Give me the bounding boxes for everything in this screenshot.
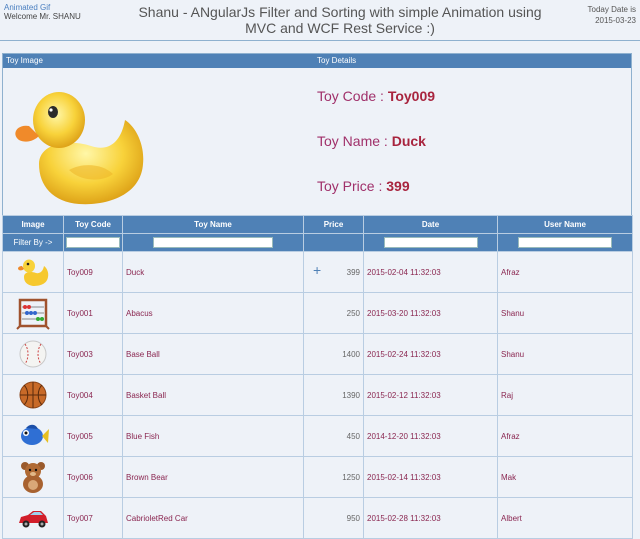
- row-toy-name: Basket Ball: [122, 374, 304, 416]
- row-price: 1400: [303, 333, 364, 375]
- animated-gif-label: Animated Gif: [4, 3, 51, 12]
- filter-row: Filter By ->: [2, 233, 633, 252]
- filter-cell-code: [63, 233, 123, 252]
- toy-detail-panel: Toy Image Toy Details Toy Code : Toy009 …: [2, 53, 632, 216]
- page-title: Shanu - ANgularJs Filter and Sorting wit…: [138, 4, 542, 36]
- toy-code-row: Toy Code : Toy009: [317, 88, 435, 104]
- table-row[interactable]: Toy001 Abacus 250 2015-03-20 11:32:03 Sh…: [2, 292, 633, 334]
- row-price: 450: [303, 415, 364, 457]
- row-date: 2015-03-20 11:32:03: [363, 292, 498, 334]
- row-price: 1390: [303, 374, 364, 416]
- header-date: Today Date is 2015-03-23: [588, 4, 636, 26]
- abacus-icon: [16, 298, 50, 330]
- duck-icon: [15, 92, 144, 205]
- date-value: 2015-03-23: [595, 16, 636, 25]
- row-user-name: Raj: [497, 374, 633, 416]
- filter-toy-name-input[interactable]: [153, 237, 273, 248]
- row-date: 2015-02-24 11:32:03: [363, 333, 498, 375]
- cursor-crosshair-icon: +: [313, 262, 322, 278]
- table-row[interactable]: Toy006 Brown Bear 1250 2015-02-14 11:32:…: [2, 456, 633, 498]
- row-user-name: Afraz: [497, 251, 633, 293]
- toy-name-value: Duck: [391, 133, 426, 149]
- row-image-cell: [2, 251, 64, 293]
- header-left: Animated Gif Welcome Mr. SHANU: [4, 3, 81, 21]
- row-price: 1250: [303, 456, 364, 498]
- toy-price-row: Toy Price : 399: [317, 178, 435, 194]
- baseball-icon: [19, 340, 47, 368]
- column-toy-name[interactable]: Toy Name: [122, 215, 304, 234]
- row-toy-name: CabrioletRed Car: [122, 497, 304, 539]
- row-toy-code: Toy001: [63, 292, 123, 334]
- toy-name-row: Toy Name : Duck: [317, 133, 435, 149]
- row-user-name: Afraz: [497, 415, 633, 457]
- filter-date-input[interactable]: [383, 237, 478, 248]
- table-row[interactable]: Toy004 Basket Ball 1390 2015-02-12 11:32…: [2, 374, 633, 416]
- column-date[interactable]: Date: [363, 215, 498, 234]
- filter-toy-code-input[interactable]: [66, 237, 120, 248]
- row-date: 2014-12-20 11:32:03: [363, 415, 498, 457]
- bluefish-icon: [21, 424, 49, 445]
- row-price: 950: [303, 497, 364, 539]
- welcome-text: Welcome Mr. SHANU: [4, 12, 81, 21]
- toy-image-header: Toy Image: [6, 56, 43, 65]
- filter-cell-user: [497, 233, 633, 252]
- car-icon: [19, 511, 48, 528]
- row-user-name: Shanu: [497, 333, 633, 375]
- date-label: Today Date is: [587, 5, 636, 14]
- row-user-name: Mak: [497, 456, 633, 498]
- toy-details-header: Toy Details: [317, 56, 357, 65]
- row-toy-name: Brown Bear: [122, 456, 304, 498]
- row-toy-name: Abacus: [122, 292, 304, 334]
- toy-code-value: Toy009: [387, 88, 436, 104]
- column-toy-code[interactable]: Toy Code: [63, 215, 123, 234]
- row-date: 2015-02-14 11:32:03: [363, 456, 498, 498]
- row-image-cell: [2, 497, 64, 539]
- filter-cell-date: [363, 233, 498, 252]
- row-toy-code: Toy003: [63, 333, 123, 375]
- row-toy-code: Toy005: [63, 415, 123, 457]
- toy-detail-info: Toy Code : Toy009 Toy Name : Duck Toy Pr…: [317, 88, 435, 223]
- row-image-cell: [2, 456, 64, 498]
- grid-header-row: Image Toy Code Toy Name Price Date User …: [2, 215, 633, 234]
- toy-price-label: Toy Price :: [317, 178, 387, 194]
- row-image-cell: [2, 333, 64, 375]
- filter-label: Filter By ->: [2, 233, 64, 252]
- row-image-cell: [2, 415, 64, 457]
- row-toy-code: Toy009: [63, 251, 123, 293]
- toy-code-label: Toy Code :: [317, 88, 388, 104]
- row-toy-code: Toy006: [63, 456, 123, 498]
- detail-header: Toy Image Toy Details: [3, 54, 631, 68]
- filter-cell-name: [122, 233, 304, 252]
- column-image[interactable]: Image: [2, 215, 64, 234]
- duck-icon: [18, 259, 49, 286]
- row-date: 2015-02-28 11:32:03: [363, 497, 498, 539]
- row-date: 2015-02-12 11:32:03: [363, 374, 498, 416]
- row-toy-name: Blue Fish: [122, 415, 304, 457]
- row-toy-name: Duck: [122, 251, 304, 293]
- table-row[interactable]: Toy007 CabrioletRed Car 950 2015-02-28 1…: [2, 497, 633, 539]
- row-toy-code: Toy007: [63, 497, 123, 539]
- row-image-cell: [2, 292, 64, 334]
- row-toy-code: Toy004: [63, 374, 123, 416]
- bear-icon: [21, 462, 45, 493]
- table-row[interactable]: Toy003 Base Ball 1400 2015-02-24 11:32:0…: [2, 333, 633, 375]
- toy-name-label: Toy Name :: [317, 133, 392, 149]
- column-price[interactable]: Price: [303, 215, 364, 234]
- row-date: 2015-02-04 11:32:03: [363, 251, 498, 293]
- table-row[interactable]: Toy005 Blue Fish 450 2014-12-20 11:32:03…: [2, 415, 633, 457]
- filter-cell-price: [303, 233, 364, 252]
- row-toy-name: Base Ball: [122, 333, 304, 375]
- page-header: Animated Gif Welcome Mr. SHANU Shanu - A…: [0, 0, 640, 41]
- basketball-icon: [19, 381, 47, 409]
- toy-price-value: 399: [386, 178, 410, 194]
- filter-user-name-input[interactable]: [518, 237, 612, 248]
- row-price: 250: [303, 292, 364, 334]
- row-user-name: Shanu: [497, 292, 633, 334]
- row-user-name: Albert: [497, 497, 633, 539]
- row-image-cell: [2, 374, 64, 416]
- column-user-name[interactable]: User Name: [497, 215, 633, 234]
